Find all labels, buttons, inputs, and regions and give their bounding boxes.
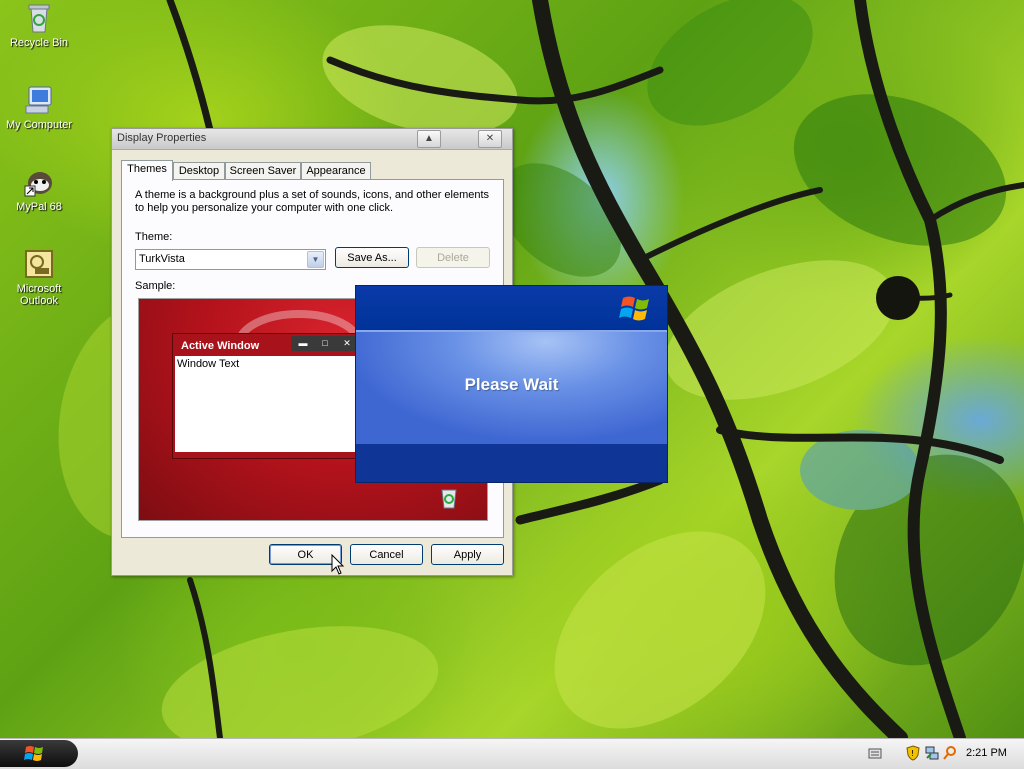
recycle-bin-icon (437, 485, 461, 509)
network-icon[interactable] (925, 745, 939, 761)
close-button[interactable]: ✕ (478, 130, 502, 148)
theme-description: A theme is a background plus a set of so… (135, 189, 490, 214)
my-computer-icon (23, 84, 55, 116)
mypal-icon (23, 166, 55, 198)
tab-screen-saver[interactable]: Screen Saver (225, 162, 301, 180)
sample-window-text: Window Text (177, 358, 240, 370)
sample-active-window-title: Active Window (181, 340, 260, 352)
theme-dropdown[interactable]: TurkVista ▼ (135, 249, 326, 270)
please-wait-dialog: Please Wait (355, 285, 668, 483)
desktop-icon-label: MyPal 68 (16, 201, 62, 213)
help-button[interactable]: ▲ (417, 130, 441, 148)
desktop-icon-outlook[interactable]: Microsoft Outlook (1, 248, 77, 307)
start-button[interactable] (0, 740, 78, 767)
desktop-icon-label: My Computer (5, 119, 73, 131)
sample-window-buttons: ▬ □ ✕ (291, 336, 361, 351)
please-wait-footer (356, 444, 667, 482)
please-wait-message: Please Wait (464, 375, 559, 394)
taskbar: ! 2:21 PM (0, 738, 1024, 769)
close-icon: ✕ (343, 338, 351, 348)
delete-button[interactable]: Delete (416, 247, 490, 268)
minimize-icon: ▬ (298, 338, 308, 348)
desktop-icon-label: Microsoft Outlook (16, 283, 62, 307)
search-icon[interactable] (943, 745, 957, 761)
security-shield-icon[interactable]: ! (906, 745, 920, 761)
desktop-icon-recycle-bin[interactable]: Recycle Bin (1, 2, 77, 49)
outlook-icon (23, 248, 55, 280)
maximize-icon: □ (322, 338, 328, 348)
desktop-icon-mypal[interactable]: MyPal 68 (1, 166, 77, 213)
windows-logo-icon (24, 746, 43, 761)
desktop-icon-label: Recycle Bin (9, 37, 69, 49)
save-as-button[interactable]: Save As... (335, 247, 409, 268)
theme-label: Theme: (135, 231, 173, 243)
close-icon: ✕ (485, 133, 495, 144)
system-clock[interactable]: 2:21 PM (966, 747, 1007, 759)
sample-label: Sample: (135, 280, 176, 292)
title-bar[interactable]: Display Properties ▲ ✕ (112, 129, 512, 150)
window-title: Display Properties (117, 132, 207, 144)
sample-active-window: Active Window ▬ □ ✕ Window Text (172, 333, 374, 459)
cancel-button[interactable]: Cancel (350, 544, 423, 565)
desktop-icon-my-computer[interactable]: My Computer (1, 84, 77, 131)
tab-appearance[interactable]: Appearance (301, 162, 371, 180)
tab-themes[interactable]: Themes (121, 160, 173, 181)
sample-window-client: Window Text (175, 356, 371, 452)
mouse-cursor-icon (331, 554, 345, 575)
apply-button[interactable]: Apply (431, 544, 504, 565)
svg-text:!: ! (911, 749, 914, 758)
tab-desktop[interactable]: Desktop (173, 162, 225, 180)
theme-value: TurkVista (139, 253, 185, 265)
recycle-bin-icon (23, 2, 55, 34)
keyboard-icon[interactable] (868, 746, 882, 760)
chevron-down-icon[interactable]: ▼ (307, 251, 324, 268)
windows-flag-icon (619, 296, 649, 321)
